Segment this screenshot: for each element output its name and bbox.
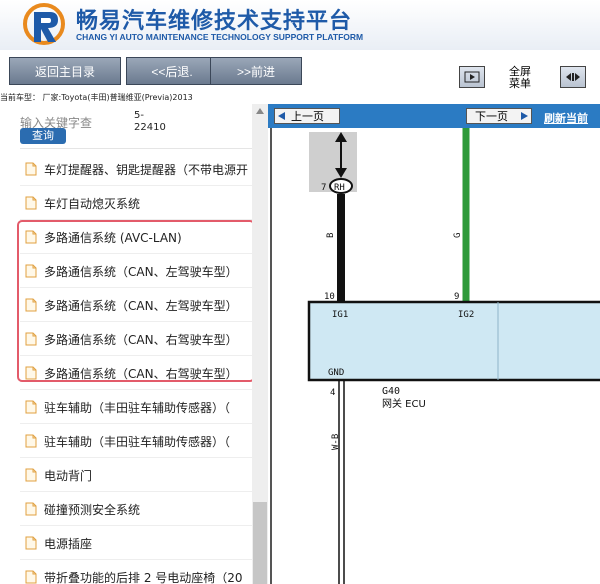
wire-wb-label: W-B (331, 434, 341, 450)
forward-button[interactable]: >>前进 (210, 57, 302, 85)
divider (20, 148, 252, 149)
document-icon (25, 434, 37, 448)
triangle-right-icon (521, 112, 528, 120)
ig1-label: IG1 (332, 310, 348, 320)
sidebar-item[interactable]: 车灯自动熄灭系统 (20, 186, 252, 220)
gnd-label: GND (328, 368, 344, 378)
home-button[interactable]: 返回主目录 (9, 57, 121, 85)
pin-9-label: 9 (454, 292, 459, 302)
current-vehicle-info: 当前车型： 厂家:Toyota(丰田)普瑞维亚(Previa)2013 (0, 93, 193, 102)
scrollbar-thumb[interactable] (253, 502, 267, 584)
pin-4-label: 4 (330, 388, 335, 398)
expand-horizontal-icon (566, 73, 580, 81)
pin-rh-label: RH (334, 183, 345, 193)
platform-title: 畅易汽车维修技术支持平台 (76, 9, 353, 34)
main-panel: 上一页 下一页 刷新当前 RH 7 B G 10 9 IG1 IG2 GND 4… (268, 104, 600, 584)
sidebar-item-label: 电源插座 (44, 537, 93, 551)
triangle-left-icon (278, 112, 285, 120)
document-icon (25, 536, 37, 550)
pin-rh-number: 7 (321, 183, 326, 193)
sidebar: 输入关键字查 查询 5- 22410 车灯提醒器、钥匙提醒器（不带电源开 车灯自动… (0, 104, 268, 584)
next-page-button[interactable]: 下一页 (466, 108, 532, 124)
refresh-current-link[interactable]: 刷新当前 (544, 110, 588, 126)
collapse-sidebar-button[interactable] (459, 66, 485, 88)
wire-g-label: G (453, 233, 463, 238)
document-icon (25, 502, 37, 516)
ecu-code-label: G40 (382, 386, 400, 397)
sidebar-item[interactable]: 电动背门 (20, 458, 252, 492)
fullscreen-menu-label: 全屏 菜单 (509, 65, 531, 90)
sidebar-item[interactable]: 碰撞预测安全系统 (20, 492, 252, 526)
sidebar-item[interactable]: 车灯提醒器、钥匙提醒器（不带电源开 (20, 152, 252, 186)
sidebar-item[interactable]: 驻车辅助（丰田驻车辅助传感器）（ (20, 390, 252, 424)
document-icon (25, 162, 37, 176)
sidebar-item-label: 驻车辅助（丰田驻车辅助传感器）（ (44, 435, 231, 449)
sidebar-item[interactable]: 驻车辅助（丰田驻车辅助传感器）（ (20, 424, 252, 458)
scroll-up-icon[interactable] (255, 106, 265, 116)
document-icon (25, 196, 37, 210)
ig2-label: IG2 (458, 310, 474, 320)
sidebar-item-label: 电动背门 (44, 469, 93, 483)
search-code: 5- 22410 (134, 110, 166, 133)
sidebar-item[interactable]: 带折叠功能的后排 2 号电动座椅（20 (20, 560, 252, 584)
fullscreen-button[interactable] (560, 66, 586, 88)
sidebar-item-label: 驻车辅助（丰田驻车辅助传感器）（ (44, 401, 231, 415)
app-header: 畅易汽车维修技术支持平台 CHANG YI AUTO MAINTENANCE T… (0, 0, 600, 50)
sidebar-item-label: 车灯自动熄灭系统 (44, 197, 141, 211)
toolbar: 返回主目录 <<后退. >>前进 全屏 菜单 (0, 50, 600, 92)
document-icon (25, 570, 37, 584)
sidebar-item-label: 带折叠功能的后排 2 号电动座椅（20 (44, 571, 243, 584)
document-icon (25, 400, 37, 414)
platform-logo-icon (23, 3, 65, 45)
ecu-name-label: 网关 ECU (382, 397, 426, 410)
back-button[interactable]: <<后退. (126, 57, 218, 85)
highlight-frame (17, 220, 255, 382)
sidebar-item[interactable]: 电源插座 (20, 526, 252, 560)
pin-10-label: 10 (324, 292, 335, 302)
sidebar-item-label: 碰撞预测安全系统 (44, 503, 141, 517)
wire-b-label: B (326, 233, 336, 238)
search-button[interactable]: 查询 (20, 128, 66, 144)
document-icon (25, 468, 37, 482)
platform-subtitle: CHANG YI AUTO MAINTENANCE TECHNOLOGY SUP… (76, 32, 364, 42)
prev-page-button[interactable]: 上一页 (274, 108, 340, 124)
sidebar-item-label: 车灯提醒器、钥匙提醒器（不带电源开 (44, 163, 249, 177)
wiring-diagram: RH 7 B G 10 9 IG1 IG2 GND 4 W-B G40 网关 E… (270, 128, 600, 584)
arrow-right-icon (464, 71, 480, 83)
page-nav-bar: 上一页 下一页 刷新当前 (268, 104, 600, 128)
gateway-ecu-box (307, 300, 600, 382)
